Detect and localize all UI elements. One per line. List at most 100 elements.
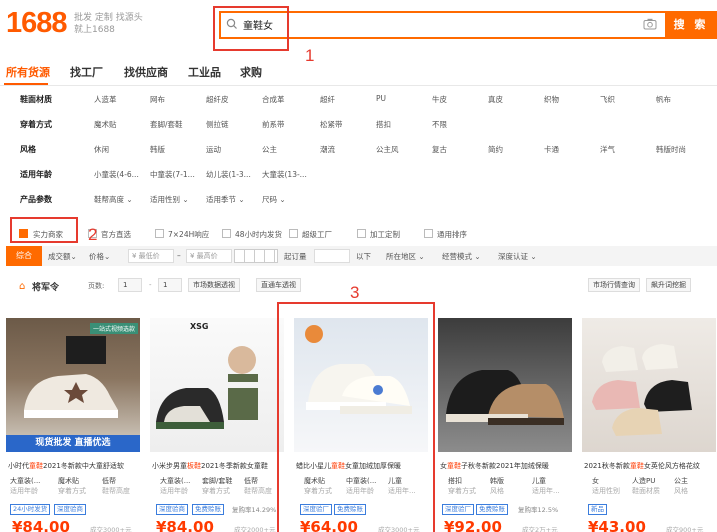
filter-option[interactable]: 网布 bbox=[150, 94, 165, 105]
filter-dropdown-label: 尺码 bbox=[262, 195, 277, 204]
tab-suppliers[interactable]: 找供应商 bbox=[124, 64, 168, 80]
product-title[interactable]: 小米步男童板鞋2021冬季新款女童鞋 bbox=[152, 461, 284, 471]
filter-dropdown[interactable]: 鞋帮高度 ⌄ bbox=[94, 194, 133, 205]
filter-option[interactable]: 飞织 bbox=[600, 94, 615, 105]
filter-option[interactable]: 人造革 bbox=[94, 94, 117, 105]
chevron-down-icon: ⌄ bbox=[474, 252, 481, 261]
chevron-down-icon: ⌄ bbox=[126, 195, 133, 204]
product-card[interactable]: XSG 小米步男童板鞋2021冬季新款女童鞋 大童装(... 适用年龄 套脚/套鞋… bbox=[150, 318, 284, 532]
product-price: ¥84.00 bbox=[156, 518, 214, 532]
market-query-button[interactable]: 市场行情查询 bbox=[588, 278, 640, 292]
filter-label: 鞋面材质 bbox=[20, 95, 52, 104]
product-card[interactable]: 2021秋冬新款童鞋女英伦风方格花纹 女适用性别 人造PU 鞋面材质 公主 风格 新… bbox=[582, 318, 716, 532]
filter-dropdown[interactable]: 尺码 ⌄ bbox=[262, 194, 286, 205]
tab-factories[interactable]: 找工厂 bbox=[70, 64, 103, 80]
filter-option[interactable]: 运动 bbox=[206, 144, 221, 155]
page-separator: - bbox=[149, 281, 152, 289]
moq-input[interactable] bbox=[314, 249, 350, 263]
page-total-input[interactable]: 1 bbox=[158, 278, 182, 292]
shoe-illustration bbox=[592, 344, 692, 436]
filter-option[interactable]: 前系带 bbox=[262, 119, 285, 130]
product-title[interactable]: 2021秋冬新款童鞋女英伦风方格花纹 bbox=[584, 461, 716, 471]
filter-option[interactable]: 不限 bbox=[432, 119, 447, 130]
sort-turnover-label: 成交额 bbox=[48, 252, 71, 261]
filter-option[interactable]: 公主 bbox=[262, 144, 277, 155]
filter-option[interactable]: 卡通 bbox=[544, 144, 559, 155]
sort-turnover[interactable]: 成交额⌄ bbox=[48, 251, 77, 262]
product-image[interactable] bbox=[582, 318, 716, 452]
price-range-dash: – bbox=[177, 251, 181, 260]
filter-option[interactable]: 公主风 bbox=[376, 144, 399, 155]
filter-dropdown[interactable]: 适用性别 ⌄ bbox=[150, 194, 189, 205]
filter-option[interactable]: 中童装(7-1... bbox=[150, 169, 195, 180]
filter-option[interactable]: 帆布 bbox=[656, 94, 671, 105]
checkbox-general-sort[interactable] bbox=[424, 229, 433, 238]
filter-option[interactable]: 幼儿装(1-3... bbox=[206, 169, 251, 180]
product-title[interactable]: 女童鞋子秋冬新款2021年加绒保暖 bbox=[440, 461, 572, 471]
checkbox-custom[interactable] bbox=[357, 229, 366, 238]
product-sold: 成交2万+元 bbox=[522, 526, 558, 532]
filter-option[interactable]: 潮流 bbox=[320, 144, 335, 155]
filter-row-style: 风格 休闲 韩版 运动 公主 潮流 公主风 复古 简约 卡通 洋气 韩版时尚 bbox=[0, 138, 717, 162]
toolbar-title: 将军令 bbox=[32, 283, 60, 293]
filter-option[interactable]: 超纤皮 bbox=[206, 94, 229, 105]
min-price-input[interactable]: ¥ 最低价 bbox=[128, 249, 174, 263]
filter-label: 穿着方式 bbox=[20, 120, 52, 129]
page-current-input[interactable]: 1 bbox=[118, 278, 142, 292]
search-button[interactable]: 搜 索 bbox=[665, 11, 717, 39]
product-attr: 韩版 风格 bbox=[490, 477, 504, 495]
tab-industrial[interactable]: 工业品 bbox=[188, 64, 221, 80]
filter-option[interactable]: 合成革 bbox=[262, 94, 285, 105]
sort-price-label: 价格 bbox=[89, 252, 104, 261]
checkbox-48h-shipping[interactable] bbox=[222, 229, 231, 238]
tab-all-sources[interactable]: 所有货源 bbox=[6, 64, 50, 80]
max-price-input[interactable]: ¥ 最高价 bbox=[186, 249, 232, 263]
filter-option[interactable]: 简约 bbox=[488, 144, 503, 155]
filter-dropdown-label: 鞋帮高度 bbox=[94, 195, 124, 204]
market-data-button[interactable]: 市场数据透视 bbox=[188, 278, 240, 292]
filter-option[interactable]: PU bbox=[376, 94, 386, 103]
site-logo[interactable]: 1688 bbox=[6, 7, 68, 40]
filter-option[interactable]: 松紧带 bbox=[320, 119, 343, 130]
filter-option[interactable]: 搭扣 bbox=[376, 119, 391, 130]
tab-purchase[interactable]: 求购 bbox=[240, 64, 262, 80]
filter-row-age: 适用年龄 小童装(4-6... 中童装(7-1... 幼儿装(1-3... 大童… bbox=[0, 163, 717, 187]
filter-option[interactable]: 韩版 bbox=[150, 144, 165, 155]
annotation-box-product bbox=[277, 302, 435, 532]
shoe-illustration bbox=[156, 346, 258, 429]
checkbox-super-factory[interactable] bbox=[289, 229, 298, 238]
filter-option[interactable]: 小童装(4-6... bbox=[94, 169, 139, 180]
product-image[interactable]: 一站式视频选款 现货批发 直播优选 bbox=[6, 318, 140, 452]
filter-option[interactable]: 真皮 bbox=[488, 94, 503, 105]
product-card[interactable]: 女童鞋子秋冬新款2021年加绒保暖 搭扣 穿着方式 韩版 风格 儿童 适用年... 深… bbox=[438, 318, 572, 532]
product-attr: 女适用性别 bbox=[592, 477, 620, 495]
filter-option[interactable]: 复古 bbox=[432, 144, 447, 155]
filter-option[interactable]: 牛皮 bbox=[432, 94, 447, 105]
filter-option[interactable]: 侧拉链 bbox=[206, 119, 229, 130]
sort-region[interactable]: 所在地区 ⌄ bbox=[386, 251, 425, 262]
service-options-row: 实力商家 官方直选 7×24H响应 48小时内发货 超级工厂 加工定制 通用排序 bbox=[0, 224, 717, 246]
filter-option[interactable]: 休闲 bbox=[94, 144, 109, 155]
filter-option[interactable]: 魔术贴 bbox=[94, 119, 117, 130]
annotation-box-search bbox=[213, 6, 289, 51]
sort-price[interactable]: 价格⌄ bbox=[89, 251, 110, 262]
filter-option[interactable]: 大童装(13-... bbox=[262, 169, 307, 180]
sort-business-mode[interactable]: 经营模式 ⌄ bbox=[442, 251, 481, 262]
filter-dropdown[interactable]: 适用季节 ⌄ bbox=[206, 194, 245, 205]
quantity-bar-icon[interactable] bbox=[234, 249, 278, 263]
product-title[interactable]: 小时代童鞋2021冬新款中大童舒适软 bbox=[8, 461, 140, 471]
product-image[interactable] bbox=[438, 318, 572, 452]
camera-icon[interactable] bbox=[643, 18, 657, 30]
filter-option[interactable]: 洋气 bbox=[600, 144, 615, 155]
filter-option[interactable]: 套脚/套鞋 bbox=[150, 119, 183, 130]
product-card[interactable]: 一站式视频选款 现货批发 直播优选 小时代童鞋2021冬新款中大童舒适软 大童装… bbox=[6, 318, 140, 532]
express-view-button[interactable]: 直通车透视 bbox=[256, 278, 301, 292]
checkbox-24h-response[interactable] bbox=[155, 229, 164, 238]
keyword-mining-button[interactable]: 飙升词挖掘 bbox=[646, 278, 691, 292]
sort-certification[interactable]: 深度认证 ⌄ bbox=[498, 251, 537, 262]
filter-option[interactable]: 韩版时尚 bbox=[656, 144, 686, 155]
filter-option[interactable]: 织物 bbox=[544, 94, 559, 105]
filter-option[interactable]: 超纤 bbox=[320, 94, 335, 105]
sort-comprehensive[interactable]: 综合 bbox=[6, 246, 42, 266]
product-image[interactable]: XSG bbox=[150, 318, 284, 452]
